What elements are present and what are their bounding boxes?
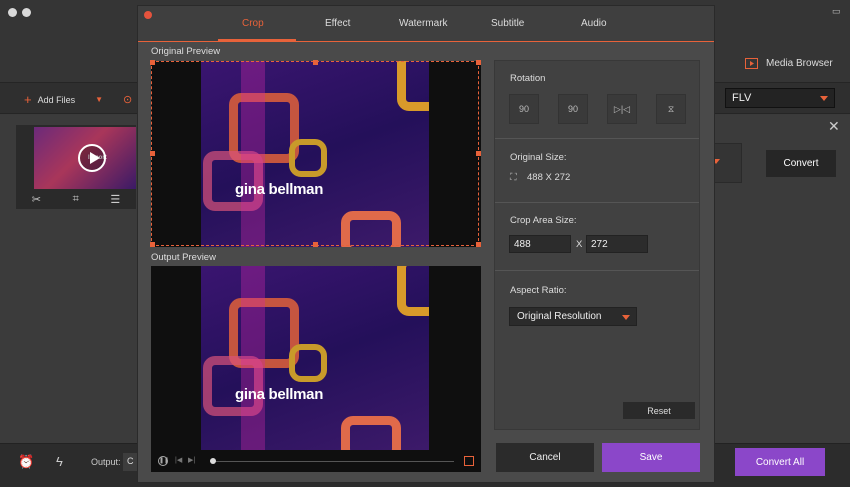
add-files-button[interactable]: + Add Files ▼ ⊙ — [24, 92, 132, 107]
crop-handle[interactable] — [476, 242, 481, 247]
player-controls: ❚❚ |◀ ▶| — [158, 456, 476, 468]
flip-horizontal-icon: ▷|◁ — [613, 103, 631, 114]
output-format-select[interactable]: FLV — [725, 88, 835, 108]
output-video-frame: gina bellman — [201, 266, 429, 450]
rotate-right-icon: 90 — [567, 104, 578, 114]
convert-all-button[interactable]: Convert All — [735, 448, 825, 476]
crop-handle[interactable] — [150, 242, 155, 247]
divider — [495, 270, 699, 271]
chat-icon[interactable]: ▭ — [832, 6, 841, 17]
aspect-ratio-select[interactable]: Original Resolution — [509, 307, 637, 326]
crop-area-title: Crop Area Size: — [510, 215, 577, 226]
flip-horizontal-button[interactable]: ▷|◁ — [607, 94, 637, 124]
aspect-ratio-value: Original Resolution — [517, 311, 602, 322]
dialog-tabs: Crop Effect Watermark Subtitle Audio — [138, 6, 714, 42]
resize-icon: ⛶ — [510, 172, 517, 183]
video-item[interactable]: Import ✂ ⌗ ☰ — [16, 125, 136, 209]
fullscreen-icon[interactable] — [464, 456, 474, 466]
tab-crop[interactable]: Crop — [242, 18, 264, 29]
output-format-value: FLV — [732, 92, 752, 104]
crop-settings-panel: Rotation 90 90 ▷|◁ ⧖ Original Size: ⛶ 48… — [494, 60, 700, 430]
save-button[interactable]: Save — [602, 443, 700, 472]
output-label: Output: — [91, 457, 121, 467]
crop-handle[interactable] — [476, 60, 481, 65]
app-window: ▭ Media Browser + Add Files ▼ ⊙ FLV Impo… — [0, 0, 850, 487]
rotate-left-icon: 90 — [518, 104, 529, 114]
crop-icon[interactable]: ⌗ — [73, 193, 79, 206]
pause-icon[interactable]: ❚❚ — [158, 456, 169, 466]
original-size-value: 488 X 272 — [527, 172, 571, 183]
crop-size-separator: X — [576, 239, 583, 250]
rotate-right-button[interactable]: 90 — [558, 94, 588, 124]
original-preview-label: Original Preview — [151, 46, 221, 57]
add-files-label: Add Files — [37, 94, 76, 105]
cancel-button[interactable]: Cancel — [496, 443, 594, 472]
media-browser-icon — [745, 58, 758, 69]
window-close-button[interactable] — [8, 8, 17, 17]
chevron-down-icon — [622, 315, 630, 320]
crop-height-input[interactable]: 272 — [586, 235, 648, 253]
reset-button[interactable]: Reset — [623, 402, 695, 419]
crop-handle[interactable] — [150, 151, 155, 156]
play-icon[interactable] — [78, 144, 106, 172]
convert-button[interactable]: Convert — [766, 150, 836, 177]
output-preview-label: Output Preview — [151, 252, 216, 263]
crop-handle[interactable] — [313, 242, 318, 247]
trim-icon[interactable]: ✂ — [32, 193, 41, 206]
chevron-down-icon — [820, 96, 828, 101]
media-browser-button[interactable]: Media Browser — [745, 58, 833, 69]
progress-track[interactable] — [210, 461, 454, 462]
tab-watermark[interactable]: Watermark — [399, 18, 448, 29]
rotation-title: Rotation — [510, 73, 546, 84]
tab-audio[interactable]: Audio — [581, 18, 607, 29]
chevron-down-icon[interactable]: ▼ — [95, 95, 103, 104]
disc-icon[interactable]: ⊙ — [123, 93, 132, 106]
crop-frame[interactable] — [151, 61, 479, 246]
window-minimize-button[interactable] — [22, 8, 31, 17]
rotate-left-button[interactable]: 90 — [509, 94, 539, 124]
step-forward-icon[interactable]: ▶| — [188, 456, 195, 464]
media-browser-label: Media Browser — [766, 58, 833, 69]
tab-effect[interactable]: Effect — [325, 18, 350, 29]
dialog-close-button[interactable] — [144, 11, 152, 19]
settings-icon[interactable]: ☰ — [110, 193, 120, 206]
video-caption: gina bellman — [235, 386, 324, 403]
crop-handle[interactable] — [150, 60, 155, 65]
alarm-icon[interactable]: ⏰ — [18, 454, 34, 470]
crop-width-input[interactable]: 488 — [509, 235, 571, 253]
active-tab-indicator — [218, 39, 296, 41]
divider — [495, 138, 699, 139]
flip-vertical-icon: ⧖ — [667, 103, 675, 114]
output-preview: gina bellman — [151, 266, 481, 472]
tab-subtitle[interactable]: Subtitle — [491, 18, 524, 29]
lightning-icon[interactable]: ϟ — [56, 454, 63, 469]
step-back-icon[interactable]: |◀ — [175, 456, 182, 464]
close-icon[interactable]: ✕ — [828, 118, 840, 135]
divider — [495, 202, 699, 203]
edit-dialog: Crop Effect Watermark Subtitle Audio Ori… — [137, 5, 715, 483]
crop-handle[interactable] — [313, 60, 318, 65]
original-size-title: Original Size: — [510, 152, 567, 163]
aspect-ratio-title: Aspect Ratio: — [510, 285, 567, 296]
plus-icon: + — [24, 92, 32, 107]
progress-thumb[interactable] — [210, 458, 216, 464]
flip-vertical-button[interactable]: ⧖ — [656, 94, 686, 124]
crop-handle[interactable] — [476, 151, 481, 156]
